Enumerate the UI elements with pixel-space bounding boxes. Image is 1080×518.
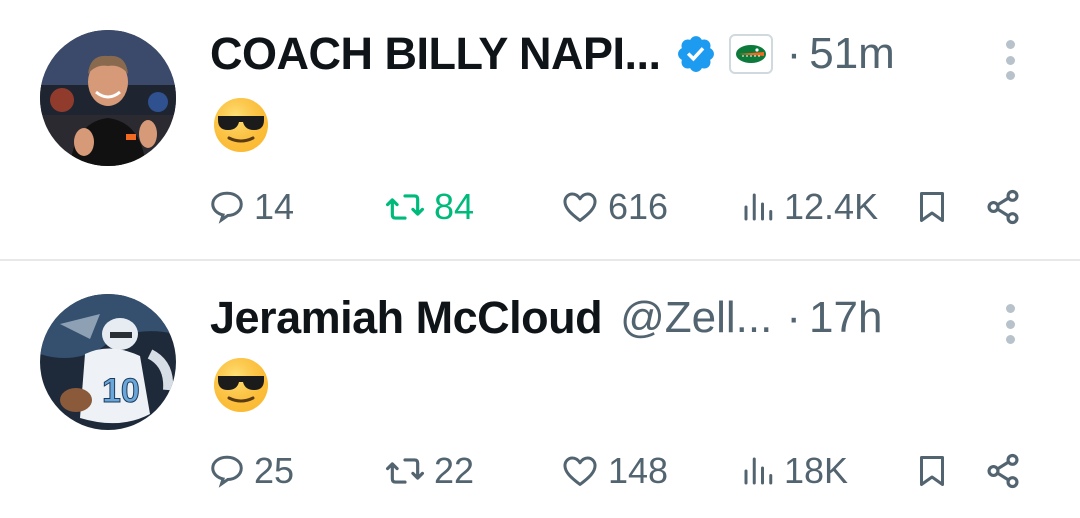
share-icon [987, 453, 1019, 489]
tweet-header: COACH BILLY NAPI... · 51m [210, 24, 1040, 84]
timestamp[interactable]: 17h [809, 293, 882, 343]
tweet[interactable]: 10 Jeramiah McCloud @Zell... · 17h 25 22 [0, 262, 1080, 518]
tweet-actions: 14 84 616 12.4K [208, 182, 1038, 232]
repost-icon [386, 194, 424, 220]
views-button[interactable]: 18K [740, 446, 848, 496]
display-name[interactable]: COACH BILLY NAPI... [210, 28, 661, 80]
repost-count: 22 [434, 450, 475, 491]
repost-icon [386, 458, 424, 484]
views-button[interactable]: 12.4K [740, 182, 878, 232]
separator-dot: · [786, 293, 802, 342]
separator-dot: · [786, 29, 802, 78]
sunglasses-emoji [212, 356, 270, 414]
like-count: 616 [608, 186, 669, 227]
bookmark-button[interactable] [914, 182, 950, 232]
share-button[interactable] [984, 446, 1022, 496]
repost-button[interactable]: 84 [384, 182, 474, 232]
reply-icon [211, 455, 243, 488]
bookmark-icon [920, 192, 944, 222]
like-button[interactable]: 148 [560, 446, 668, 496]
like-count: 148 [608, 450, 669, 491]
bookmark-icon [920, 456, 944, 486]
heart-icon [563, 192, 597, 222]
tweet-divider [0, 259, 1080, 261]
tweet[interactable]: COACH BILLY NAPI... · 51m 14 84 616 12.4… [0, 0, 1080, 260]
avatar[interactable] [40, 30, 176, 166]
svg-text:10: 10 [102, 372, 140, 410]
view-count: 18K [784, 450, 849, 491]
heart-icon [563, 456, 597, 486]
sunglasses-emoji [212, 96, 270, 154]
share-button[interactable] [984, 182, 1022, 232]
views-icon [744, 193, 773, 221]
more-icon[interactable] [998, 300, 1022, 348]
reply-button[interactable]: 14 [208, 182, 294, 232]
repost-count: 84 [434, 186, 475, 227]
avatar[interactable]: 10 [40, 294, 176, 430]
bookmark-button[interactable] [914, 446, 950, 496]
display-name[interactable]: Jeramiah McCloud [210, 292, 603, 344]
timestamp[interactable]: 51m [809, 29, 895, 79]
view-count: 12.4K [784, 186, 879, 227]
verified-badge-icon[interactable] [675, 33, 717, 75]
username-handle[interactable]: @Zell... [620, 293, 772, 343]
more-icon[interactable] [998, 36, 1022, 84]
reply-count: 25 [254, 450, 295, 491]
tweet-header: Jeramiah McCloud @Zell... · 17h [210, 288, 1040, 348]
reply-count: 14 [254, 186, 295, 227]
reply-icon [211, 191, 243, 224]
views-icon [744, 457, 773, 485]
repost-button[interactable]: 22 [384, 446, 474, 496]
gator-logo-icon[interactable] [728, 34, 773, 74]
like-button[interactable]: 616 [560, 182, 668, 232]
share-icon [987, 189, 1019, 225]
reply-button[interactable]: 25 [208, 446, 294, 496]
tweet-actions: 25 22 148 18K [208, 446, 1038, 496]
